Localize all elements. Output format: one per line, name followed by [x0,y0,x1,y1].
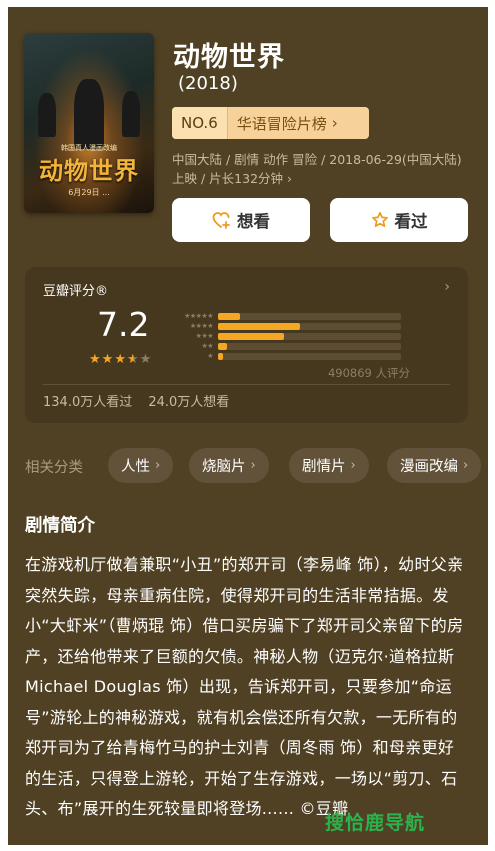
category-chip-label: 剧情片 [302,459,346,475]
category-chip[interactable]: 烧脑片 › [189,448,269,483]
watched-button[interactable]: 看过 [330,198,468,242]
rating-score: 7.2 [97,305,150,344]
rating-star-icon: ★ [101,352,115,367]
rank-list-name: 华语冒险片榜 › [228,113,338,134]
divider [43,384,450,385]
rating-bar-track [218,352,401,360]
rating-card[interactable]: 豆瓣评分® › 7.2 ★★★★★ ★★★★★ ★★★★ ★★★ ★★ ★ 490869… [25,267,468,423]
rating-bar-stars: ★★★★ [189,322,214,330]
rank-badge[interactable]: NO.6 华语冒险片榜 › [172,107,369,139]
rating-star-icon: ★ [89,352,102,367]
poster-title: 动物世界 [39,157,139,185]
poster-figure [122,91,140,137]
chevron-right-icon: › [155,458,161,473]
movie-title: 动物世界 [173,42,285,73]
want-count: 24.0万人想看 [148,395,230,410]
category-chip-label: 烧脑片 [202,459,246,475]
rating-star-icon: ★ [114,352,127,367]
category-chip-label: 漫画改编 [400,459,458,475]
rating-bar-row: ★★ [168,341,401,351]
rating-bar-row: ★★★★ [168,321,401,331]
rating-bar-fill [218,312,240,320]
rating-bar-track [218,322,401,330]
rating-bar-fill [218,352,224,360]
rank-number: NO.6 [172,107,228,139]
rating-bar-stars: ★ [207,352,213,360]
rating-star-icon: ★ [139,352,153,367]
rating-bar-fill [218,342,228,350]
rating-stars: ★★★★★ [89,352,152,367]
related-categories-label: 相关分类 [25,460,83,476]
synopsis-title: 剧情简介 [25,516,95,536]
heart-plus-icon [212,211,231,229]
rating-bar-track [218,332,401,340]
chevron-right-icon: › [463,458,469,473]
category-chip[interactable]: 人性 › [108,448,174,483]
want-to-watch-button[interactable]: 想看 [172,198,310,242]
watch-counts: 134.0万人看过 24.0万人想看 [43,391,229,410]
movie-year: (2018) [178,73,238,94]
movie-detail-screen: 韩国真人漫画改编 动物世界 6月29日 ... 动物世界 (2018) NO.6… [8,7,488,845]
want-to-watch-label: 想看 [237,212,270,231]
chevron-right-icon: › [331,114,338,132]
rating-bar-row: ★ [168,351,401,361]
movie-meta[interactable]: 中国大陆 / 剧情 动作 冒险 / 2018-06-29(中国大陆) 上映 / … [172,150,472,188]
movie-meta-text: 中国大陆 / 剧情 动作 冒险 / 2018-06-29(中国大陆) 上映 / … [172,152,462,186]
rating-bar-stars: ★★ [201,342,213,350]
watched-label: 看过 [394,212,428,231]
category-chip[interactable]: 剧情片 › [289,448,369,483]
rating-bar-row: ★★★★★ [168,311,401,321]
watched-count: 134.0万人看过 [43,395,133,410]
rank-list-label: 华语冒险片榜 [236,114,327,133]
category-chip-label: 人性 [121,459,150,475]
rating-bar-stars: ★★★★★ [184,312,213,320]
star-icon [371,211,389,229]
rating-bar-stars: ★★★ [195,332,214,340]
chevron-right-icon: › [444,279,450,295]
chevron-right-icon: › [350,458,356,473]
poster-figure [38,93,56,137]
rating-distribution: ★★★★★ ★★★★ ★★★ ★★ ★ [168,311,401,361]
category-chip[interactable]: 漫画改编 › [387,448,482,483]
chevron-right-icon: › [250,458,256,473]
rating-votes: 490869 人评分 [327,366,410,380]
synopsis-text: 在游戏机厅做着兼职“小丑”的郑开司（李易峰 饰），幼时父亲突然失踪，母亲重病住院… [25,555,464,818]
rating-bar-track [218,342,401,350]
rating-bar-fill [218,332,284,340]
rating-bar-fill [218,322,301,330]
chevron-right-icon: › [287,171,293,186]
rating-bar-row: ★★★ [168,331,401,341]
rating-source-label: 豆瓣评分® [43,284,109,299]
rating-bar-track [218,312,401,320]
watermark: 搜恰鹿导航 [325,812,426,834]
poster-release: 6月29日 ... [68,188,110,197]
poster-figure [74,79,104,149]
rating-star-icon: ★ [126,352,140,367]
movie-poster[interactable]: 韩国真人漫画改编 动物世界 6月29日 ... [24,33,154,213]
